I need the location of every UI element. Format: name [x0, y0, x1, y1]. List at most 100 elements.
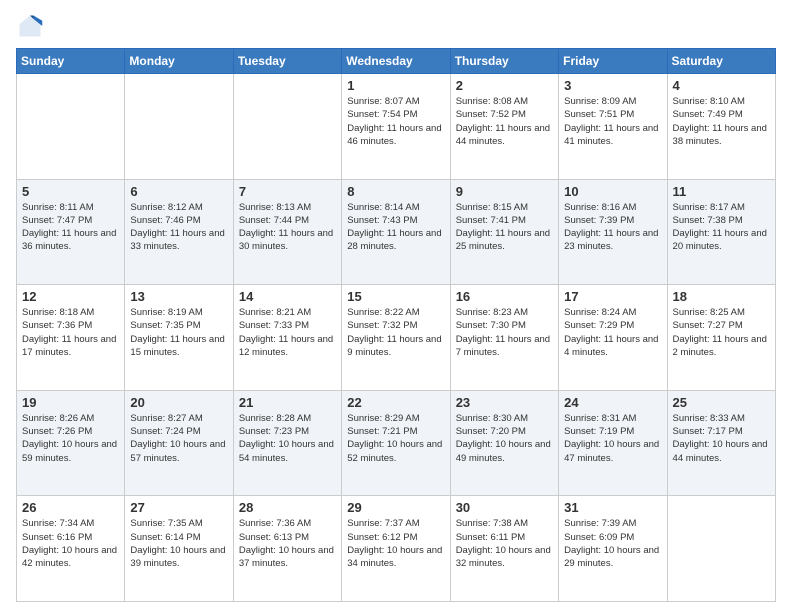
calendar-header-saturday: Saturday [667, 49, 775, 74]
calendar-week-3: 12 Sunrise: 8:18 AMSunset: 7:36 PMDayligh… [17, 285, 776, 391]
calendar-cell-5-7 [667, 496, 775, 602]
calendar-cell-1-5: 2 Sunrise: 8:08 AMSunset: 7:52 PMDaylight… [450, 74, 558, 180]
day-number: 31 [564, 500, 661, 515]
day-info: Sunrise: 8:23 AMSunset: 7:30 PMDaylight:… [456, 306, 553, 359]
day-info: Sunrise: 8:31 AMSunset: 7:19 PMDaylight:… [564, 412, 661, 465]
calendar-cell-3-2: 13 Sunrise: 8:19 AMSunset: 7:35 PMDayligh… [125, 285, 233, 391]
calendar-week-1: 1Sunrise: 8:07 AMSunset: 7:54 PMDaylight… [17, 74, 776, 180]
calendar-cell-5-1: 26 Sunrise: 7:34 AMSunset: 6:16 PMDayligh… [17, 496, 125, 602]
calendar-cell-4-7: 25 Sunrise: 8:33 AMSunset: 7:17 PMDayligh… [667, 390, 775, 496]
day-info: Sunrise: 8:27 AMSunset: 7:24 PMDaylight:… [130, 412, 227, 465]
calendar-cell-2-6: 10 Sunrise: 8:16 AMSunset: 7:39 PMDayligh… [559, 179, 667, 285]
calendar-header-row: SundayMondayTuesdayWednesdayThursdayFrid… [17, 49, 776, 74]
calendar-week-5: 26 Sunrise: 7:34 AMSunset: 6:16 PMDayligh… [17, 496, 776, 602]
day-info: Sunrise: 8:14 AMSunset: 7:43 PMDaylight:… [347, 201, 444, 254]
day-number: 16 [456, 289, 553, 304]
calendar-cell-3-3: 14 Sunrise: 8:21 AMSunset: 7:33 PMDayligh… [233, 285, 341, 391]
day-number: 14 [239, 289, 336, 304]
day-info: Sunrise: 8:21 AMSunset: 7:33 PMDaylight:… [239, 306, 336, 359]
calendar-header-wednesday: Wednesday [342, 49, 450, 74]
logo-icon [16, 12, 44, 40]
calendar-cell-1-2 [125, 74, 233, 180]
calendar-cell-5-2: 27 Sunrise: 7:35 AMSunset: 6:14 PMDayligh… [125, 496, 233, 602]
day-number: 11 [673, 184, 770, 199]
day-info: Sunrise: 8:29 AMSunset: 7:21 PMDaylight:… [347, 412, 444, 465]
day-number: 7 [239, 184, 336, 199]
calendar-cell-5-3: 28Sunrise: 7:36 AMSunset: 6:13 PMDayligh… [233, 496, 341, 602]
calendar-cell-5-4: 29 Sunrise: 7:37 AMSunset: 6:12 PMDayligh… [342, 496, 450, 602]
day-info: Sunrise: 7:34 AMSunset: 6:16 PMDaylight:… [22, 517, 119, 570]
day-number: 3 [564, 78, 661, 93]
page: SundayMondayTuesdayWednesdayThursdayFrid… [0, 0, 792, 612]
day-info: Sunrise: 8:19 AMSunset: 7:35 PMDaylight:… [130, 306, 227, 359]
logo [16, 12, 48, 40]
day-info: Sunrise: 7:36 AMSunset: 6:13 PMDaylight:… [239, 517, 336, 570]
day-number: 2 [456, 78, 553, 93]
calendar-table: SundayMondayTuesdayWednesdayThursdayFrid… [16, 48, 776, 602]
calendar-cell-2-1: 5 Sunrise: 8:11 AMSunset: 7:47 PMDaylight… [17, 179, 125, 285]
day-info: Sunrise: 8:18 AMSunset: 7:36 PMDaylight:… [22, 306, 119, 359]
calendar-week-2: 5 Sunrise: 8:11 AMSunset: 7:47 PMDaylight… [17, 179, 776, 285]
day-info: Sunrise: 8:11 AMSunset: 7:47 PMDaylight:… [22, 201, 119, 254]
calendar-week-4: 19 Sunrise: 8:26 AMSunset: 7:26 PMDayligh… [17, 390, 776, 496]
day-number: 5 [22, 184, 119, 199]
calendar-cell-5-5: 30Sunrise: 7:38 AMSunset: 6:11 PMDayligh… [450, 496, 558, 602]
calendar-cell-1-4: 1Sunrise: 8:07 AMSunset: 7:54 PMDaylight… [342, 74, 450, 180]
day-number: 25 [673, 395, 770, 410]
day-number: 10 [564, 184, 661, 199]
day-info: Sunrise: 7:37 AMSunset: 6:12 PMDaylight:… [347, 517, 444, 570]
day-info: Sunrise: 8:26 AMSunset: 7:26 PMDaylight:… [22, 412, 119, 465]
day-info: Sunrise: 7:35 AMSunset: 6:14 PMDaylight:… [130, 517, 227, 570]
calendar-cell-2-2: 6 Sunrise: 8:12 AMSunset: 7:46 PMDaylight… [125, 179, 233, 285]
calendar-cell-3-4: 15Sunrise: 8:22 AMSunset: 7:32 PMDayligh… [342, 285, 450, 391]
calendar-header-tuesday: Tuesday [233, 49, 341, 74]
calendar-cell-3-5: 16 Sunrise: 8:23 AMSunset: 7:30 PMDayligh… [450, 285, 558, 391]
day-info: Sunrise: 8:10 AMSunset: 7:49 PMDaylight:… [673, 95, 770, 148]
day-number: 12 [22, 289, 119, 304]
calendar-cell-1-3 [233, 74, 341, 180]
day-number: 21 [239, 395, 336, 410]
calendar-cell-3-6: 17 Sunrise: 8:24 AMSunset: 7:29 PMDayligh… [559, 285, 667, 391]
calendar-cell-3-1: 12 Sunrise: 8:18 AMSunset: 7:36 PMDayligh… [17, 285, 125, 391]
day-info: Sunrise: 8:24 AMSunset: 7:29 PMDaylight:… [564, 306, 661, 359]
day-info: Sunrise: 8:08 AMSunset: 7:52 PMDaylight:… [456, 95, 553, 148]
calendar-cell-1-1 [17, 74, 125, 180]
day-info: Sunrise: 8:13 AMSunset: 7:44 PMDaylight:… [239, 201, 336, 254]
day-number: 22 [347, 395, 444, 410]
day-number: 13 [130, 289, 227, 304]
day-info: Sunrise: 8:09 AMSunset: 7:51 PMDaylight:… [564, 95, 661, 148]
day-number: 17 [564, 289, 661, 304]
calendar-cell-4-5: 23 Sunrise: 8:30 AMSunset: 7:20 PMDayligh… [450, 390, 558, 496]
calendar-cell-2-4: 8 Sunrise: 8:14 AMSunset: 7:43 PMDaylight… [342, 179, 450, 285]
day-number: 27 [130, 500, 227, 515]
day-number: 15 [347, 289, 444, 304]
calendar-cell-4-1: 19 Sunrise: 8:26 AMSunset: 7:26 PMDayligh… [17, 390, 125, 496]
day-number: 6 [130, 184, 227, 199]
day-number: 23 [456, 395, 553, 410]
day-info: Sunrise: 8:15 AMSunset: 7:41 PMDaylight:… [456, 201, 553, 254]
day-number: 26 [22, 500, 119, 515]
day-number: 8 [347, 184, 444, 199]
calendar-cell-3-7: 18 Sunrise: 8:25 AMSunset: 7:27 PMDayligh… [667, 285, 775, 391]
calendar-cell-2-7: 11Sunrise: 8:17 AMSunset: 7:38 PMDayligh… [667, 179, 775, 285]
day-number: 29 [347, 500, 444, 515]
day-info: Sunrise: 8:25 AMSunset: 7:27 PMDaylight:… [673, 306, 770, 359]
day-number: 18 [673, 289, 770, 304]
calendar-cell-2-5: 9 Sunrise: 8:15 AMSunset: 7:41 PMDaylight… [450, 179, 558, 285]
day-number: 9 [456, 184, 553, 199]
day-info: Sunrise: 7:39 AMSunset: 6:09 PMDaylight:… [564, 517, 661, 570]
calendar-header-monday: Monday [125, 49, 233, 74]
day-number: 19 [22, 395, 119, 410]
day-info: Sunrise: 8:12 AMSunset: 7:46 PMDaylight:… [130, 201, 227, 254]
day-info: Sunrise: 8:28 AMSunset: 7:23 PMDaylight:… [239, 412, 336, 465]
calendar-cell-4-2: 20Sunrise: 8:27 AMSunset: 7:24 PMDayligh… [125, 390, 233, 496]
day-info: Sunrise: 8:33 AMSunset: 7:17 PMDaylight:… [673, 412, 770, 465]
calendar-cell-4-4: 22 Sunrise: 8:29 AMSunset: 7:21 PMDayligh… [342, 390, 450, 496]
calendar-cell-2-3: 7 Sunrise: 8:13 AMSunset: 7:44 PMDaylight… [233, 179, 341, 285]
header [16, 12, 776, 40]
calendar-header-friday: Friday [559, 49, 667, 74]
day-info: Sunrise: 8:30 AMSunset: 7:20 PMDaylight:… [456, 412, 553, 465]
day-info: Sunrise: 7:38 AMSunset: 6:11 PMDaylight:… [456, 517, 553, 570]
day-info: Sunrise: 8:16 AMSunset: 7:39 PMDaylight:… [564, 201, 661, 254]
day-number: 4 [673, 78, 770, 93]
